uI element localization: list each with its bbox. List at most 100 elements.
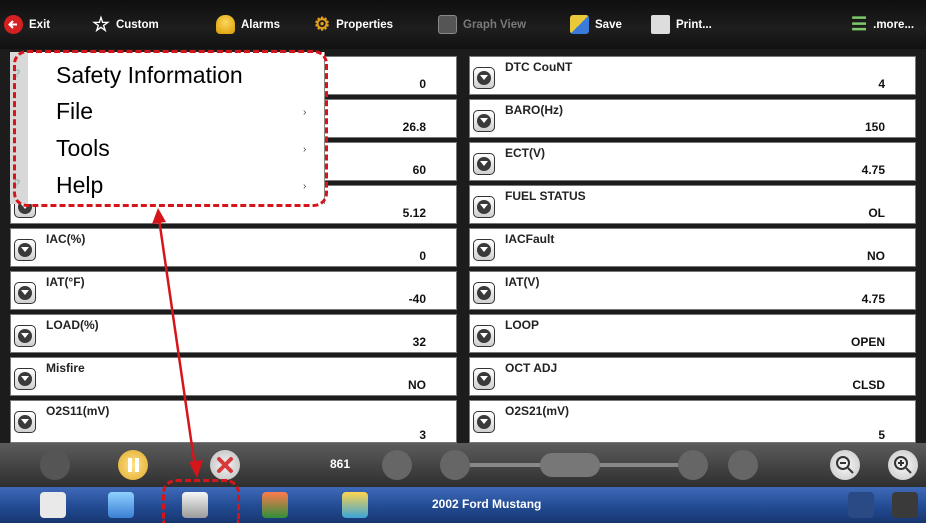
expand-icon[interactable]	[14, 325, 36, 347]
properties-label: Properties	[336, 18, 394, 31]
row-value: 0	[419, 249, 426, 263]
zoom-in-icon	[894, 456, 912, 474]
frame-counter: 861	[330, 457, 351, 471]
expand-icon[interactable]	[473, 239, 495, 261]
row-label: O2S11(mV)	[46, 404, 110, 418]
list-item[interactable]: IACFault NO	[469, 228, 916, 267]
zoom-out-button[interactable]	[830, 450, 860, 480]
toolbar: Exit ☆ Custom Alarms ⚙ Properties Graph …	[0, 0, 926, 49]
custom-button[interactable]: ☆ Custom	[92, 0, 159, 49]
pause-icon	[128, 458, 139, 472]
list-item[interactable]: OCT ADJ CLSD	[469, 357, 916, 396]
properties-button[interactable]: ⚙ Properties	[314, 0, 393, 49]
list-item[interactable]: DTC CouNT 4	[469, 56, 916, 95]
row-value: 32	[412, 335, 426, 349]
print-button[interactable]: Print...	[651, 0, 712, 49]
exit-button[interactable]: Exit	[4, 0, 50, 49]
row-value: 3	[419, 428, 426, 442]
row-label: Misfire	[46, 361, 85, 375]
list-item[interactable]: BARO(Hz) 150	[469, 99, 916, 138]
playback-control-bar: 861	[0, 443, 926, 487]
alarms-button[interactable]: Alarms	[216, 0, 280, 49]
wifi-icon[interactable]	[848, 492, 874, 518]
row-label: DTC CouNT	[505, 60, 573, 74]
row-value: 5	[878, 428, 885, 442]
row-value: 4.75	[861, 163, 885, 177]
row-value: CLSD	[852, 378, 885, 392]
expand-icon[interactable]	[473, 67, 495, 89]
gears-icon: ⚙	[314, 14, 331, 34]
more-button[interactable]: ☰ .more...	[851, 0, 914, 49]
custom-label: Custom	[115, 18, 159, 31]
row-label: ECT(V)	[505, 146, 545, 160]
expand-icon[interactable]	[14, 239, 36, 261]
scanner-icon[interactable]	[108, 492, 134, 518]
list-item[interactable]: IAC(%) 0	[10, 228, 457, 267]
menu-list-icon: ☰	[851, 14, 868, 34]
exit-label: Exit	[29, 18, 51, 31]
graph-view-button[interactable]: Graph View	[438, 0, 526, 49]
list-item[interactable]: LOOP OPEN	[469, 314, 916, 353]
alarms-label: Alarms	[241, 18, 280, 31]
row-value: 0	[419, 77, 426, 91]
list-item[interactable]: O2S21(mV) 5	[469, 400, 916, 443]
more-label: .more...	[873, 18, 915, 31]
zoom-in-button[interactable]	[888, 450, 918, 480]
slider-handle[interactable]	[540, 453, 600, 477]
expand-icon[interactable]	[14, 368, 36, 390]
list-item[interactable]: O2S11(mV) 3	[10, 400, 457, 443]
row-value: 150	[864, 120, 885, 134]
row-value: 60	[412, 163, 426, 177]
expand-icon[interactable]	[14, 411, 36, 433]
expand-icon[interactable]	[473, 411, 495, 433]
row-value: NO	[408, 378, 426, 392]
save-label: Save	[595, 18, 622, 31]
save-button[interactable]: Save	[570, 0, 622, 49]
expand-icon[interactable]	[473, 153, 495, 175]
list-item[interactable]: IAT(°F) -40	[10, 271, 457, 310]
star-icon: ☆	[92, 14, 110, 36]
pause-button[interactable]	[118, 450, 148, 480]
row-value: 4	[878, 77, 885, 91]
row-label: IAC(%)	[46, 232, 86, 246]
list-item[interactable]: Misfire NO	[10, 357, 457, 396]
row-label: LOOP	[505, 318, 540, 332]
expand-icon[interactable]	[473, 282, 495, 304]
expand-icon[interactable]	[473, 196, 495, 218]
record-button[interactable]	[40, 450, 70, 480]
zoom-out-icon	[836, 456, 854, 474]
row-label: OCT ADJ	[505, 361, 558, 375]
signal-icon[interactable]	[892, 492, 918, 518]
list-item[interactable]: LOAD(%) 32	[10, 314, 457, 353]
expand-icon[interactable]	[473, 368, 495, 390]
step-forward-button[interactable]	[678, 450, 708, 480]
home-icon[interactable]	[40, 492, 66, 518]
row-label: FUEL STATUS	[505, 189, 586, 203]
guided-component-icon[interactable]	[262, 492, 288, 518]
data-manager-icon[interactable]	[342, 492, 368, 518]
row-label: O2S21(mV)	[505, 404, 570, 418]
list-item[interactable]: IAT(V) 4.75	[469, 271, 916, 310]
exit-arrow-icon	[4, 15, 23, 34]
list-item[interactable]: ECT(V) 4.75	[469, 142, 916, 181]
step-back-button[interactable]	[440, 450, 470, 480]
graph-icon	[438, 15, 457, 34]
row-label: IACFault	[505, 232, 555, 246]
save-icon	[570, 15, 589, 34]
row-value: OL	[868, 206, 885, 220]
stop-button[interactable]	[210, 450, 240, 480]
list-item[interactable]: FUEL STATUS OL	[469, 185, 916, 224]
expand-icon[interactable]	[473, 110, 495, 132]
row-value: NO	[867, 249, 885, 263]
expand-icon[interactable]	[473, 325, 495, 347]
row-value: -40	[408, 292, 426, 306]
row-value: 4.75	[861, 292, 885, 306]
row-value: 26.8	[402, 120, 426, 134]
printer-icon	[651, 15, 670, 34]
print-label: Print...	[676, 18, 712, 31]
skip-forward-button[interactable]	[728, 450, 758, 480]
graph-view-label: Graph View	[463, 18, 527, 31]
skip-back-button[interactable]	[382, 450, 412, 480]
annotation-button-highlight	[162, 479, 240, 523]
expand-icon[interactable]	[14, 282, 36, 304]
